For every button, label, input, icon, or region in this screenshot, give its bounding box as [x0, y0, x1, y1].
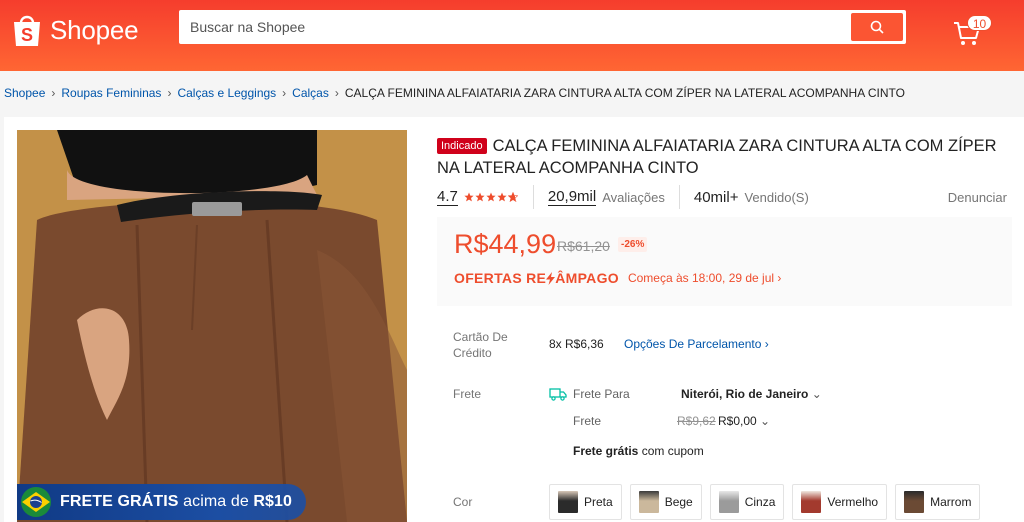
free-shipping-coupon: Frete grátis com cupom: [573, 444, 704, 458]
title-line-1: CALÇA FEMININA ALFAIATARIA ZARA CINTURA …: [492, 137, 997, 155]
cart-count-badge: 10: [967, 15, 992, 31]
flash-sale-time[interactable]: Começa às 18:00, 29 de jul ›: [628, 271, 781, 285]
color-thumbnail: [718, 491, 739, 513]
search-input[interactable]: [179, 10, 839, 44]
search-bar: [179, 10, 906, 44]
breadcrumb-current: CALÇA FEMININA ALFAIATARIA ZARA CINTURA …: [344, 86, 905, 100]
product-image[interactable]: [17, 130, 407, 522]
sold-count: 40mil+: [693, 188, 739, 206]
divider: [678, 185, 680, 209]
free-shipping-bold: FRETE GRÁTIS: [60, 493, 179, 510]
color-thumbnail: [904, 491, 925, 513]
logo-text: Shopee: [50, 14, 139, 45]
lightning-icon: [546, 271, 556, 285]
chevron-down-icon: ⌄: [760, 414, 771, 428]
shipping-fee-old: R$9,62: [677, 414, 716, 428]
divider: [532, 185, 534, 209]
color-option-vermelho[interactable]: Vermelho: [792, 484, 888, 520]
free-shipping-coupon-bold: Frete grátis: [573, 444, 639, 458]
free-shipping-coupon-rest: com cupom: [641, 444, 704, 458]
indicado-tag: Indicado: [437, 138, 487, 154]
color-thumbnail: [558, 491, 578, 513]
chevron-right-icon: ›: [282, 86, 287, 100]
free-shipping-badge: FRETE GRÁTIS acima de R$10: [17, 484, 307, 520]
flash-title-b: ÂMPAGO: [555, 270, 619, 286]
shipping-label: Frete: [453, 387, 482, 401]
breadcrumb-shopee[interactable]: Shopee: [4, 86, 45, 100]
flash-title-a: OFERTAS RE: [454, 270, 547, 286]
star-icon: [464, 192, 474, 202]
title-line-2: NA LATERAL ACOMPANHA CINTO: [437, 159, 699, 177]
shipping-to-label: Frete Para: [573, 387, 630, 401]
rating-stars: [464, 192, 519, 202]
discount-badge: -26%: [618, 237, 648, 252]
color-option-label: Marrom: [930, 495, 972, 509]
search-icon: [870, 20, 884, 34]
chevron-right-icon: ›: [334, 86, 339, 100]
color-option-label: Preta: [584, 495, 613, 509]
breadcrumb-calcas-leggings[interactable]: Calças e Leggings: [177, 86, 276, 100]
rating-value[interactable]: 4.7: [437, 188, 458, 206]
color-option-preta[interactable]: Preta: [549, 484, 622, 520]
color-option-label: Bege: [664, 495, 693, 509]
flash-time-text: Começa às 18:00, 29 de jul: [627, 271, 775, 285]
free-shipping-light: acima de: [183, 493, 249, 510]
shipping-destination[interactable]: Niterói, Rio de Janeiro ⌄: [681, 387, 822, 401]
shipping-fee-label: Frete: [573, 414, 602, 428]
chevron-right-icon: ›: [777, 271, 782, 285]
chevron-right-icon: ›: [764, 337, 769, 351]
product-stats: 4.7 20,9mil Avaliações 40mil+ Vendido(S)…: [437, 185, 1007, 209]
price-section: R$44,99 R$61,20 -26% OFERTAS RE ÂMPAGO C…: [437, 217, 1012, 306]
color-option-cinza[interactable]: Cinza: [709, 484, 785, 520]
chevron-right-icon: ›: [167, 86, 172, 100]
installments-value: 8x R$6,36: [549, 337, 604, 351]
breadcrumb-calcas[interactable]: Calças: [292, 86, 329, 100]
sold-label: Vendido(S): [744, 189, 809, 205]
current-price: R$44,99: [454, 229, 557, 259]
shopping-bag-icon: S: [14, 15, 40, 46]
star-icon: [486, 192, 496, 202]
chevron-right-icon: ›: [51, 86, 56, 100]
shipping-fee-new-text: R$0,00: [718, 414, 757, 428]
report-link[interactable]: Denunciar: [948, 190, 1007, 205]
color-label: Cor: [453, 495, 473, 509]
color-thumbnail: [638, 491, 659, 513]
color-option-marrom[interactable]: Marrom: [895, 484, 981, 520]
star-icon: [497, 192, 507, 202]
original-price: R$61,20: [557, 238, 610, 254]
free-shipping-amount: R$10: [253, 493, 293, 510]
breadcrumb: Shopee › Roupas Femininas › Calças e Leg…: [4, 86, 905, 100]
brazil-flag-icon: [21, 487, 51, 517]
color-thumbnail: [801, 491, 822, 513]
installments-label-line-2: Crédito: [453, 346, 492, 360]
free-shipping-text: FRETE GRÁTIS acima de R$10: [60, 493, 292, 511]
star-icon: [475, 192, 485, 202]
truck-icon: [549, 388, 567, 401]
reviews-label: Avaliações: [602, 189, 665, 205]
product-title: Indicado CALÇA FEMININA ALFAIATARIA ZARA …: [437, 135, 1017, 179]
installment-options-text: Opções De Parcelamento: [624, 337, 762, 351]
installment-options-link[interactable]: Opções De Parcelamento ›: [624, 337, 769, 351]
svg-text:S: S: [21, 25, 33, 45]
star-half-icon: [507, 192, 518, 202]
breadcrumb-roupas-femininas[interactable]: Roupas Femininas: [61, 86, 161, 100]
chevron-down-icon: ⌄: [811, 387, 822, 401]
installments-label-line-1: Cartão De: [453, 330, 508, 344]
color-option-label: Vermelho: [827, 495, 879, 509]
top-header: S Shopee 10: [0, 0, 1024, 71]
reviews-count[interactable]: 20,9mil: [547, 188, 597, 206]
flash-sale: OFERTAS RE ÂMPAGO Começa às 18:00, 29 de…: [454, 270, 781, 286]
color-option-bege[interactable]: Bege: [629, 484, 702, 520]
color-options: Preta Bege Cinza Vermelho Marrom: [549, 484, 988, 520]
flash-sale-title: OFERTAS RE ÂMPAGO: [454, 270, 619, 286]
search-button[interactable]: [851, 13, 903, 41]
shopee-logo[interactable]: S Shopee: [10, 12, 139, 48]
installments-label: Cartão De Crédito: [453, 329, 508, 361]
shipping-fee-new[interactable]: R$0,00 ⌄: [718, 414, 770, 428]
product-photo-illustration: [17, 130, 407, 522]
shipping-destination-text: Niterói, Rio de Janeiro: [681, 387, 809, 401]
color-option-label: Cinza: [744, 495, 776, 509]
